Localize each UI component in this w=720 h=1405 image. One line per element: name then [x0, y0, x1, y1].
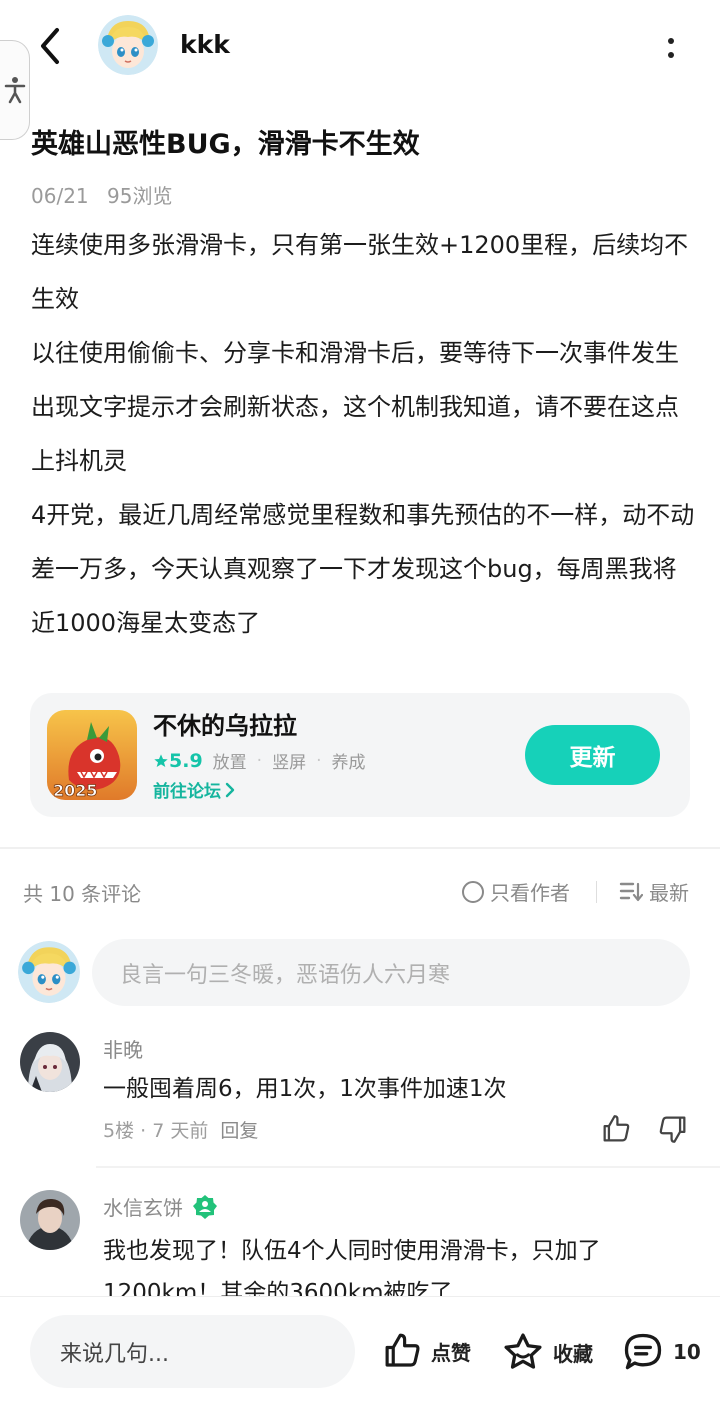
comments-header: 共 10 条评论 只看作者 最新	[0, 870, 720, 914]
thumbs-up-icon	[603, 1115, 630, 1142]
chevron-left-icon	[41, 28, 59, 64]
comment-floor-time: 5楼 · 7 天前	[103, 1120, 209, 1142]
star-icon	[154, 753, 168, 767]
back-button[interactable]	[30, 26, 70, 66]
comment-input[interactable]: 良言一句三冬暖，恶语伤人六月寒	[92, 939, 690, 1006]
commenter-name-text: 水信玄饼	[103, 1196, 183, 1220]
comments-count: 10	[673, 1340, 701, 1364]
commenter-name[interactable]: 非晚	[103, 1034, 143, 1063]
go-to-forum-link[interactable]: 前往论坛	[153, 777, 235, 802]
like-button[interactable]	[599, 1112, 633, 1146]
favorite-button[interactable]: 收藏	[501, 1330, 593, 1374]
tag-separator: ·	[256, 750, 263, 771]
more-dot	[668, 52, 674, 58]
thumbs-up-icon	[385, 1333, 420, 1367]
game-icon-badge: 2025	[53, 781, 98, 800]
thumbs-down-icon	[659, 1116, 686, 1143]
accessibility-icon	[4, 77, 25, 104]
header-separator	[596, 881, 597, 903]
game-tag: 竖屏	[272, 753, 307, 773]
post-meta: 06/21 95浏览	[31, 180, 172, 209]
game-rating: 5.9	[153, 750, 203, 772]
top-bar: kkk	[0, 0, 720, 96]
game-name: 不休的乌拉拉	[153, 712, 297, 740]
comment-time: 7 天前	[152, 1120, 209, 1142]
post-paragraph: 连续使用多张滑滑卡，只有第一张生效+1200里程，后续均不生效	[31, 231, 689, 313]
reply-button[interactable]: 回复	[220, 1116, 258, 1143]
sort-label: 最新	[649, 881, 689, 905]
comment-item: 水信玄饼 我也发现了！队伍4个人同时使用滑滑卡，只加了1200km！其余的360…	[0, 1188, 720, 1296]
comments-button[interactable]: 10	[621, 1330, 701, 1374]
comment-floor: 5楼	[103, 1120, 135, 1142]
comment-item: 非晚 一般囤着周6，用1次，1次事件加速1次 5楼 · 7 天前 回复	[0, 1028, 720, 1168]
section-divider	[0, 847, 720, 849]
radio-circle-icon	[462, 880, 484, 903]
author-avatar[interactable]	[98, 15, 158, 75]
bottom-action-bar: 来说几句... 点赞 收藏 10	[0, 1296, 720, 1405]
more-options-button[interactable]	[655, 28, 687, 68]
comment-text: 我也发现了！队伍4个人同时使用滑滑卡，只加了1200km！其余的3600km被吃…	[103, 1238, 601, 1296]
update-button[interactable]: 更新	[525, 725, 660, 785]
game-rating-value: 5.9	[169, 749, 203, 772]
game-tag: 养成	[331, 753, 366, 773]
post-date: 06/21	[31, 184, 89, 208]
comment-count: 共 10 条评论	[23, 882, 142, 906]
author-only-toggle[interactable]: 只看作者	[462, 877, 570, 906]
like-label: 点赞	[431, 1340, 471, 1365]
sort-icon	[619, 882, 643, 901]
like-post-button[interactable]: 点赞	[381, 1330, 471, 1372]
post-views: 95浏览	[107, 184, 173, 208]
game-card[interactable]: 2025 不休的乌拉拉 5.9 放置 · 竖屏 · 养成 前往论坛 更新	[30, 693, 690, 817]
my-avatar	[18, 941, 80, 1003]
comment-meta: 5楼 · 7 天前 回复	[103, 1116, 258, 1143]
sort-button[interactable]: 最新	[619, 877, 689, 906]
bottom-comment-input[interactable]: 来说几句...	[30, 1315, 355, 1388]
tag-separator: ·	[316, 750, 322, 771]
verified-badge-icon	[193, 1194, 217, 1219]
forum-link-label: 前往论坛	[153, 782, 221, 802]
dislike-button[interactable]	[656, 1112, 690, 1146]
comment-text: 一般囤着周6，用1次，1次事件加速1次	[103, 1076, 507, 1102]
commenter-name-text: 非晚	[103, 1038, 143, 1062]
comment-bubble-icon	[624, 1333, 662, 1370]
commenter-avatar[interactable]	[20, 1190, 80, 1250]
favorite-label: 收藏	[553, 1341, 593, 1366]
commenter-name[interactable]: 水信玄饼	[103, 1192, 219, 1221]
comment-divider	[96, 1166, 720, 1168]
commenter-avatar[interactable]	[20, 1032, 80, 1092]
game-tag: 放置	[212, 753, 247, 773]
accessibility-button[interactable]	[0, 40, 30, 140]
star-outline-icon	[504, 1333, 542, 1369]
more-vertical-icon	[668, 38, 674, 44]
post-title: 英雄山恶性BUG，滑滑卡不生效	[31, 129, 420, 160]
chevron-right-icon	[225, 782, 235, 797]
post-paragraph: 以往使用偷偷卡、分享卡和滑滑卡后，要等待下一次事件发生出现文字提示才会刷新状态，…	[31, 339, 679, 475]
game-rating-row: 5.9 放置 · 竖屏 · 养成	[153, 748, 365, 773]
game-icon: 2025	[47, 710, 137, 800]
post-body: 连续使用多张滑滑卡，只有第一张生效+1200里程，后续均不生效 以往使用偷偷卡、…	[31, 218, 696, 650]
author-name[interactable]: kkk	[180, 30, 230, 59]
author-only-label: 只看作者	[490, 881, 570, 905]
post-paragraph: 4开党，最近几周经常感觉里程数和事先预估的不一样，动不动差一万多，今天认真观察了…	[31, 501, 695, 637]
